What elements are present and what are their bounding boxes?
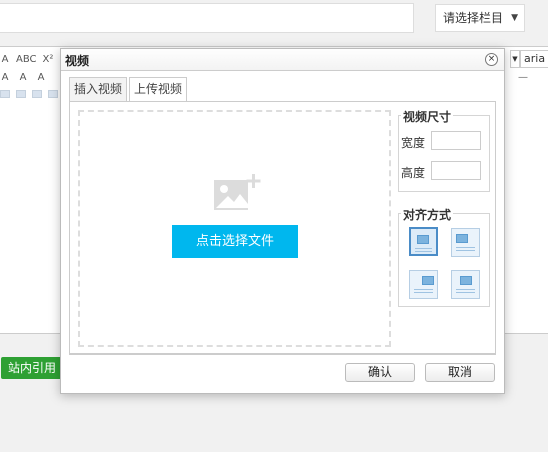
font-italic-button[interactable]: A [18, 72, 28, 83]
editor-toolbar-row2: A A A [0, 72, 46, 83]
video-dialog: 视频 × 插入视频 上传视频 点击选择文件 视频尺寸 宽度 高度 对齐方式 确认… [60, 48, 505, 394]
confirm-button[interactable]: 确认 [345, 363, 415, 382]
add-image-icon [214, 174, 261, 210]
select-file-button[interactable]: 点击选择文件 [172, 225, 298, 258]
dialog-title: 视频 [65, 54, 90, 68]
superscript-button[interactable]: X² [43, 54, 54, 65]
cancel-button[interactable]: 取消 [425, 363, 495, 382]
chevron-down-icon[interactable]: ▼ [510, 50, 520, 68]
video-size-legend: 视频尺寸 [401, 108, 454, 125]
tab-upload-video[interactable]: 上传视频 [129, 77, 188, 102]
height-label: 高度 [401, 166, 426, 180]
dialog-tabs: 插入视频 上传视频 [69, 77, 189, 102]
video-size-fieldset: 视频尺寸 宽度 高度 [398, 108, 490, 192]
height-input[interactable] [431, 161, 481, 180]
close-icon[interactable]: × [485, 53, 498, 66]
align-none-option[interactable] [409, 227, 438, 256]
font-style-button[interactable]: A [36, 72, 46, 83]
tab-insert-video[interactable]: 插入视频 [69, 77, 128, 101]
font-family-select[interactable]: aria [520, 50, 548, 68]
category-select[interactable]: 请选择栏目 ▼ [435, 4, 525, 32]
alignment-fieldset: 对齐方式 [398, 206, 490, 307]
align-right-option[interactable] [409, 270, 438, 299]
editor-toolbar: A ABC X² X [0, 50, 69, 68]
align-left-option[interactable] [451, 228, 480, 257]
table-tool-icon[interactable] [0, 90, 10, 98]
width-label: 宽度 [401, 136, 426, 150]
table-tool-icon[interactable] [16, 90, 26, 98]
title-input[interactable] [0, 3, 414, 33]
file-drop-area[interactable]: 点击选择文件 [78, 110, 391, 347]
chevron-down-icon: ▼ [511, 13, 518, 23]
table-tool-icon[interactable] [32, 90, 42, 98]
category-select-label: 请选择栏目 [443, 11, 504, 25]
align-center-option[interactable] [451, 270, 480, 299]
upload-panel: 点击选择文件 视频尺寸 宽度 高度 对齐方式 [69, 102, 496, 354]
font-size-button[interactable]: A [0, 72, 10, 83]
strikethrough-button[interactable]: ABC [16, 54, 37, 65]
site-quote-button[interactable]: 站内引用 [1, 357, 63, 379]
footer-divider [69, 354, 496, 355]
font-color-button[interactable]: A [0, 54, 10, 65]
dialog-titlebar[interactable]: 视频 × [61, 49, 504, 71]
horizontal-rule-icon[interactable]: — [518, 72, 532, 83]
alignment-legend: 对齐方式 [401, 206, 454, 223]
width-input[interactable] [431, 131, 481, 150]
table-tool-icon[interactable] [48, 90, 58, 98]
